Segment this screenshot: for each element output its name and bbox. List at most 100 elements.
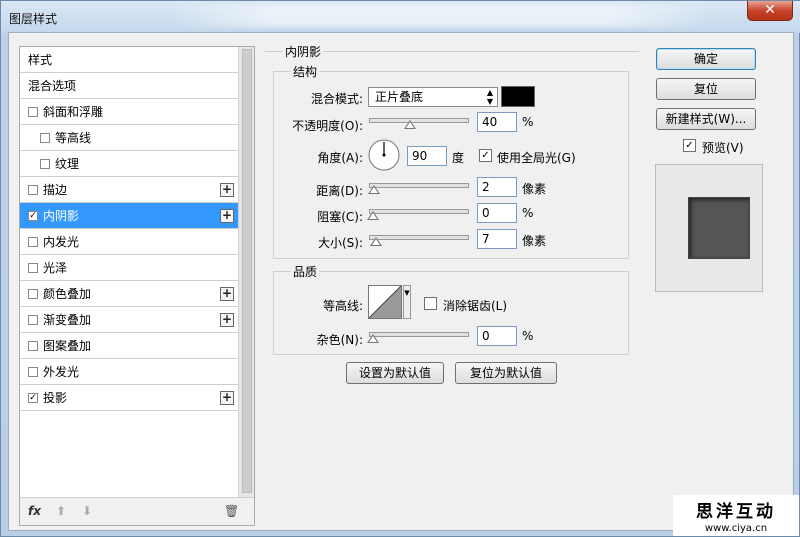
style-list-item[interactable]: 渐变叠加 +: [20, 307, 238, 333]
choke-input[interactable]: 0: [477, 203, 517, 223]
style-checkbox[interactable]: [28, 107, 38, 117]
opacity-unit: %: [522, 115, 534, 129]
fx-icon[interactable]: fx: [28, 504, 41, 518]
blend-mode-value: 正片叠底: [375, 90, 424, 104]
blend-mode-label: 混合模式:: [310, 92, 363, 106]
reset-button[interactable]: 复位: [656, 78, 756, 100]
noise-slider[interactable]: [369, 332, 469, 337]
trash-icon[interactable]: 🗑: [224, 504, 239, 518]
section-title: 内阴影: [283, 43, 324, 60]
style-checkbox[interactable]: [28, 289, 38, 299]
style-list-item[interactable]: 光泽: [20, 255, 238, 281]
style-list-item[interactable]: 等高线: [20, 125, 238, 151]
noise-label: 杂色(N):: [316, 333, 363, 347]
style-item-label: 描边: [43, 183, 68, 197]
layer-style-dialog: 图层样式 ✕ 样式 混合选项 斜面和浮雕 等高线 纹理 描边 + ✓ 内阴影 + 内发光 光泽 颜色叠加…: [0, 0, 800, 537]
close-button[interactable]: ✕: [747, 1, 793, 21]
size-slider[interactable]: [369, 235, 469, 240]
opacity-slider-handle[interactable]: [403, 120, 416, 129]
noise-unit: %: [522, 329, 534, 343]
size-slider-handle[interactable]: [369, 237, 382, 246]
dialog-body: 样式 混合选项 斜面和浮雕 等高线 纹理 描边 + ✓ 内阴影 + 内发光 光泽 颜色叠加 + 渐变叠加 + 图…: [8, 32, 794, 531]
scrollbar-thumb[interactable]: [242, 49, 252, 493]
style-checkbox[interactable]: [28, 237, 38, 247]
watermark-title: 思洋互动: [696, 502, 776, 522]
new-style-button[interactable]: 新建样式(W)...: [656, 108, 756, 130]
style-list-item[interactable]: ✓ 投影 +: [20, 385, 238, 411]
preview-checkbox[interactable]: ✓: [683, 139, 696, 152]
add-effect-icon[interactable]: +: [220, 287, 234, 301]
updown-arrows-icon: ▲ ▼: [486, 88, 493, 106]
style-list-item[interactable]: 图案叠加: [20, 333, 238, 359]
watermark-url: www.ciya.cn: [704, 523, 768, 534]
arrow-down-icon[interactable]: ⬇: [82, 504, 92, 518]
add-effect-icon[interactable]: +: [220, 391, 234, 405]
size-input[interactable]: 7: [477, 229, 517, 249]
style-checkbox[interactable]: [28, 341, 38, 351]
style-list-item[interactable]: 纹理: [20, 151, 238, 177]
style-item-label: 光泽: [43, 261, 68, 275]
noise-slider-handle[interactable]: [367, 334, 379, 343]
close-icon: ✕: [764, 2, 776, 18]
contour-dropdown-button[interactable]: ▼: [403, 285, 411, 319]
style-item-label: 等高线: [55, 131, 92, 145]
shadow-color-swatch[interactable]: [501, 86, 535, 107]
size-label: 大小(S):: [317, 236, 363, 250]
angle-label: 角度(A):: [317, 151, 363, 165]
add-effect-icon[interactable]: +: [220, 209, 234, 223]
reset-to-default-button[interactable]: 复位为默认值: [455, 362, 557, 384]
title-bar-glass: [161, 5, 721, 27]
style-checkbox[interactable]: [28, 185, 38, 195]
distance-input[interactable]: 2: [477, 177, 517, 197]
opacity-label: 不透明度(O):: [292, 119, 363, 133]
anti-alias-checkbox[interactable]: [424, 297, 437, 310]
style-list-item[interactable]: 颜色叠加 +: [20, 281, 238, 307]
structure-title: 结构: [291, 63, 320, 80]
style-list-item[interactable]: ✓ 内阴影 +: [20, 203, 238, 229]
distance-slider-handle[interactable]: [367, 185, 380, 194]
preview-label: 预览(V): [702, 141, 744, 155]
ok-button[interactable]: 确定: [656, 48, 756, 70]
noise-input[interactable]: 0: [477, 326, 517, 346]
contour-label: 等高线:: [322, 299, 363, 313]
choke-slider[interactable]: [369, 209, 469, 214]
style-checkbox[interactable]: [40, 159, 50, 169]
style-list-item[interactable]: 样式: [20, 47, 238, 73]
size-unit: 像素: [522, 234, 547, 248]
choke-slider-handle[interactable]: [367, 211, 379, 220]
add-effect-icon[interactable]: +: [220, 313, 234, 327]
opacity-input[interactable]: 40: [477, 112, 517, 132]
distance-unit: 像素: [522, 182, 547, 196]
style-item-label: 外发光: [43, 365, 80, 379]
add-effect-icon[interactable]: +: [220, 183, 234, 197]
style-checkbox[interactable]: ✓: [28, 393, 38, 403]
title-bar[interactable]: 图层样式 ✕: [1, 1, 800, 33]
arrow-up-icon[interactable]: ⬆: [56, 504, 66, 518]
angle-input[interactable]: 90: [407, 146, 447, 166]
style-item-label: 斜面和浮雕: [43, 105, 104, 119]
opacity-slider[interactable]: [369, 118, 469, 123]
style-item-label: 图案叠加: [43, 339, 92, 353]
style-checkbox[interactable]: [28, 263, 38, 273]
contour-picker[interactable]: [368, 285, 402, 319]
use-global-light-label: 使用全局光(G): [497, 151, 576, 165]
style-list-item[interactable]: 内发光: [20, 229, 238, 255]
style-list-item[interactable]: 描边 +: [20, 177, 238, 203]
style-checkbox[interactable]: [28, 367, 38, 377]
style-checkbox[interactable]: ✓: [28, 211, 38, 221]
style-list-item[interactable]: 混合选项: [20, 73, 238, 99]
style-list-item[interactable]: 外发光: [20, 359, 238, 385]
style-list-item[interactable]: 斜面和浮雕: [20, 99, 238, 125]
distance-slider[interactable]: [369, 183, 469, 188]
style-list-scrollbar[interactable]: [238, 47, 254, 497]
angle-dial[interactable]: [367, 138, 401, 172]
blend-mode-select[interactable]: 正片叠底 ▲ ▼: [368, 87, 498, 107]
use-global-light-checkbox[interactable]: ✓: [479, 149, 492, 162]
make-default-button[interactable]: 设置为默认值: [346, 362, 444, 384]
style-checkbox[interactable]: [28, 315, 38, 325]
style-checkbox[interactable]: [40, 133, 50, 143]
preview-area: [655, 164, 763, 292]
choke-unit: %: [522, 206, 534, 220]
watermark: 思洋互动 www.ciya.cn: [673, 495, 799, 536]
window-title: 图层样式: [9, 12, 58, 26]
